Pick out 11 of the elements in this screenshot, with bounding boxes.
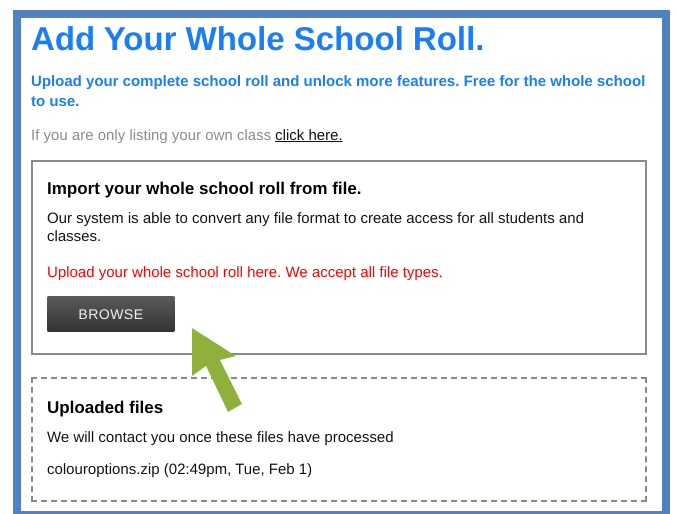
upload-notice: Upload your whole school roll here. We accept all file types. xyxy=(47,264,444,282)
panel-heading: Import your whole school roll from file. xyxy=(47,178,363,200)
page-title: Add Your Whole School Roll. xyxy=(31,20,486,58)
panel-description: We will contact you once these files have processed xyxy=(47,429,395,447)
panel-heading: Uploaded files xyxy=(47,397,164,419)
intro-text: Upload your complete school roll and unlock more features. Free for the whole school to use. xyxy=(31,72,646,112)
click-here-link[interactable]: click here. xyxy=(275,127,343,144)
uploaded-file-entry: colouroptions.zip (02:49pm, Tue, Feb 1) xyxy=(47,461,314,479)
class-note-text: If you are only listing your own class xyxy=(31,127,272,144)
panel-description: Our system is able to convert any file format to create access for all students and classes. xyxy=(47,210,585,246)
browse-button[interactable]: BROWSE xyxy=(47,296,175,332)
